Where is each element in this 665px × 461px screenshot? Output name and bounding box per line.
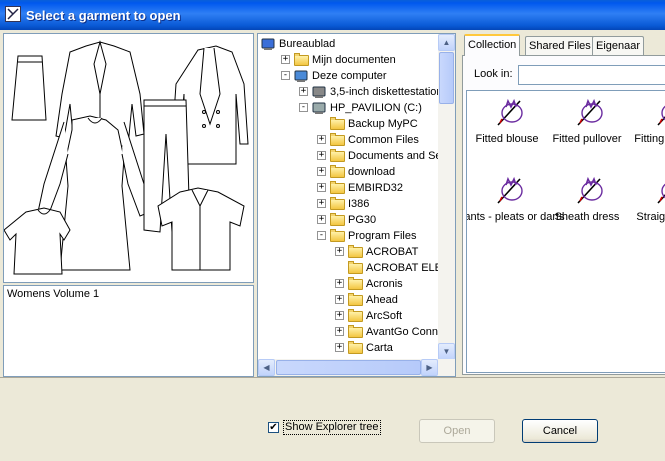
folder-icon	[329, 212, 345, 228]
tree-item-label: I386	[348, 198, 370, 210]
look-in-label: Look in:	[474, 68, 513, 80]
scroll-thumb[interactable]	[439, 52, 454, 104]
expand-icon[interactable]: +	[317, 183, 326, 192]
scroll-down-arrow-icon[interactable]: ▼	[438, 343, 455, 360]
collapse-icon[interactable]: -	[317, 231, 326, 240]
folder-icon	[347, 276, 363, 292]
expand-icon[interactable]: +	[335, 343, 344, 352]
folder-icon	[329, 180, 345, 196]
app-icon	[5, 6, 21, 22]
tree-item-label: download	[348, 166, 396, 178]
tab-eigenaar[interactable]: Eigenaar	[592, 36, 645, 55]
folder-icon	[329, 148, 345, 164]
computer-icon	[293, 68, 309, 84]
tree-item-label: ACROBAT	[366, 246, 419, 258]
desktop-icon	[260, 36, 276, 52]
file-browser-panel: Collection Shared Files Eigenaar Look in…	[459, 33, 665, 377]
tree-item-label: Deze computer	[312, 70, 387, 82]
garment-description: Womens Volume 1	[3, 285, 254, 377]
tree-item-label: Ahead	[366, 294, 398, 306]
folder-icon	[347, 308, 363, 324]
garment-file-icon	[572, 173, 606, 207]
floppy-drive-icon	[311, 84, 327, 100]
tree-item-label: Common Files	[348, 134, 419, 146]
tree-item-label: Program Files	[348, 230, 417, 242]
window-title: Select a garment to open	[26, 8, 181, 23]
expand-icon[interactable]: +	[317, 215, 326, 224]
scroll-up-arrow-icon[interactable]: ▲	[438, 34, 455, 51]
tab-strip-filler	[645, 37, 665, 56]
tree-item-label: ArcSoft	[366, 310, 403, 322]
expand-icon[interactable]: +	[335, 279, 344, 288]
description-text: Womens Volume 1	[7, 288, 100, 300]
tree-item-label: Acronis	[366, 278, 403, 290]
folder-icon	[329, 196, 345, 212]
folder-icon	[329, 164, 345, 180]
collapse-icon[interactable]: -	[281, 71, 290, 80]
tree-item-label: PG30	[348, 214, 377, 226]
expand-icon[interactable]: +	[317, 151, 326, 160]
expand-icon[interactable]: +	[317, 167, 326, 176]
expand-icon[interactable]: +	[335, 295, 344, 304]
folder-icon	[293, 52, 309, 68]
tree-item-label: HP_PAVILION (C:)	[330, 102, 422, 114]
hard-drive-icon	[311, 100, 327, 116]
folder-icon	[347, 244, 363, 260]
tab-collection[interactable]: Collection	[464, 34, 521, 56]
expand-icon[interactable]: +	[281, 55, 290, 64]
file-list[interactable]: Fitted blouseFitted pulloverFitting bodi…	[466, 90, 665, 373]
hscroll-thumb[interactable]	[276, 360, 421, 375]
garment-file-icon	[492, 173, 526, 207]
folder-icon	[329, 116, 345, 132]
tree-item-label: Backup MyPC	[348, 118, 418, 130]
folder-icon	[329, 228, 345, 244]
show-explorer-checkbox[interactable]: ✔	[268, 422, 279, 433]
file-name: Fitting bodice	[634, 133, 665, 145]
open-button[interactable]: Open	[419, 419, 495, 443]
tree-item-label: Bureaublad	[279, 38, 336, 50]
cancel-button[interactable]: Cancel	[522, 419, 598, 443]
show-explorer-label[interactable]: Show Explorer tree	[283, 420, 381, 435]
scroll-left-arrow-icon[interactable]: ◀	[258, 359, 275, 376]
collapse-icon[interactable]: -	[299, 103, 308, 112]
garment-file-icon	[492, 95, 526, 129]
tree-item-label: EMBIRD32	[348, 182, 404, 194]
expand-icon[interactable]: +	[335, 247, 344, 256]
folder-icon	[347, 340, 363, 356]
tree-item-label: Carta	[366, 342, 393, 354]
garment-file-icon	[652, 95, 665, 129]
expand-icon[interactable]: +	[335, 311, 344, 320]
garment-file-icon	[572, 95, 606, 129]
garment-collection-illustration	[4, 40, 249, 275]
folder-icon	[347, 260, 363, 276]
tab-shared-files[interactable]: Shared Files	[525, 36, 595, 55]
garment-preview	[3, 33, 254, 283]
expand-icon[interactable]: +	[299, 87, 308, 96]
tree-horizontal-scrollbar[interactable]: ◀ ▶	[258, 359, 455, 376]
scroll-right-arrow-icon[interactable]: ▶	[421, 359, 438, 376]
folder-icon	[347, 324, 363, 340]
expand-icon[interactable]: +	[317, 199, 326, 208]
explorer-tree[interactable]: Bureaublad + Mijn documenten - Deze computer…	[257, 33, 456, 377]
tree-vertical-scrollbar[interactable]: ▲ ▼	[438, 34, 455, 360]
folder-icon	[329, 132, 345, 148]
file-name: Straight skirt	[636, 211, 665, 223]
garment-file-icon	[652, 173, 665, 207]
title-bar[interactable]: Select a garment to open	[0, 0, 665, 30]
expand-icon[interactable]: +	[335, 327, 344, 336]
expand-icon[interactable]: +	[317, 135, 326, 144]
tree-item-label: Mijn documenten	[312, 54, 396, 66]
folder-icon	[347, 292, 363, 308]
look-in-field[interactable]	[518, 65, 665, 85]
